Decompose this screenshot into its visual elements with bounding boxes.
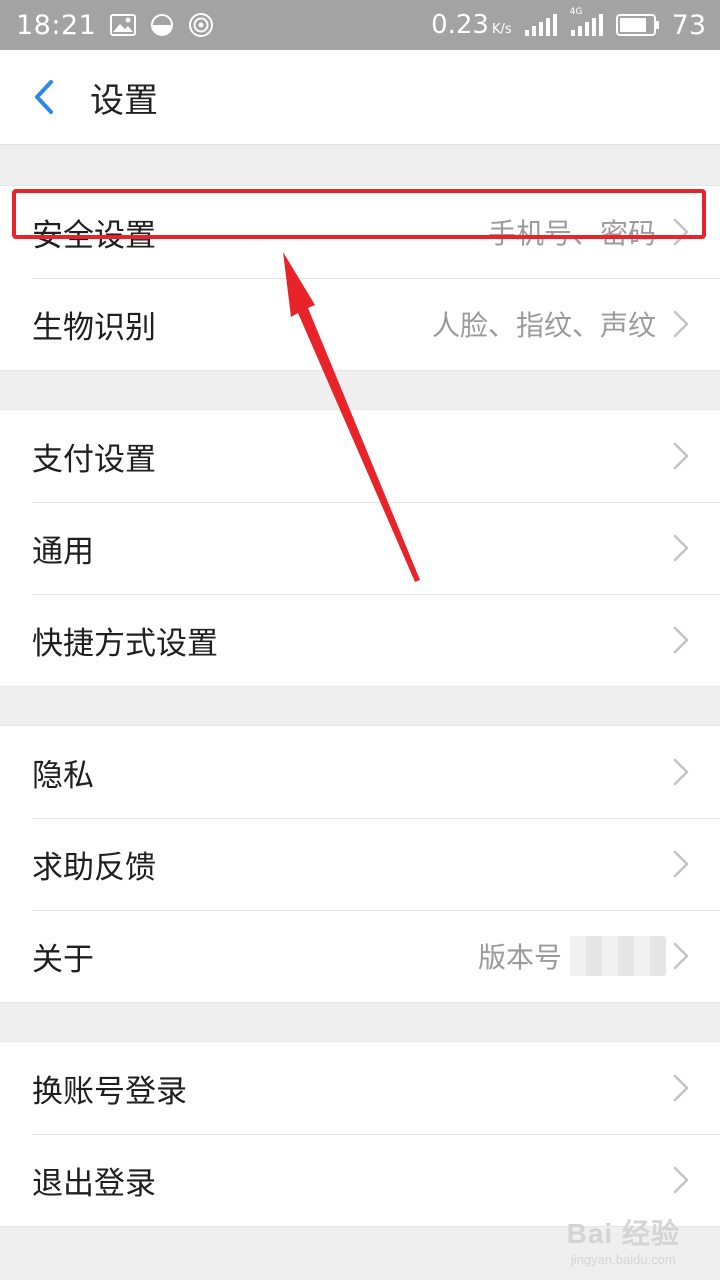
battery-icon	[615, 13, 660, 37]
chevron-right-icon	[670, 941, 692, 971]
signal-4g-icon: 4G	[570, 7, 604, 37]
back-button[interactable]	[4, 50, 84, 145]
chevron-right-icon	[670, 533, 692, 563]
network-speed: 0.23 K/s	[431, 10, 512, 40]
status-time: 18:21	[16, 9, 97, 41]
half-circle-icon	[150, 13, 174, 37]
image-notification-icon	[110, 14, 137, 36]
chevron-right-icon	[670, 625, 692, 655]
settings-row-privacy[interactable]: 隐私	[0, 726, 720, 818]
speed-value: 0.23	[431, 10, 489, 40]
row-value: 人脸、指纹、声纹	[431, 309, 656, 342]
row-label: 通用	[32, 533, 94, 570]
chevron-left-icon	[32, 79, 56, 115]
watermark-main: Bai 经验	[566, 1218, 680, 1249]
battery-level: 73	[671, 9, 706, 41]
settings-group-general: 支付设置 通用 快捷方式设置	[0, 409, 720, 687]
chevron-right-icon	[670, 309, 692, 339]
row-label: 快捷方式设置	[32, 625, 218, 662]
row-label: 求助反馈	[32, 849, 156, 886]
settings-row-security[interactable]: 安全设置 手机号、密码	[0, 186, 720, 278]
settings-group-account: 安全设置 手机号、密码 生物识别 人脸、指纹、声纹	[0, 185, 720, 371]
chevron-right-icon	[670, 849, 692, 879]
hotspot-icon	[188, 12, 214, 38]
settings-group-session: 换账号登录 退出登录	[0, 1041, 720, 1227]
settings-row-shortcuts[interactable]: 快捷方式设置	[0, 594, 720, 686]
baidu-watermark: Bai 经验 jingyan.baidu.com	[567, 1212, 680, 1267]
settings-group-support: 隐私 求助反馈 关于 版本号	[0, 725, 720, 1003]
row-label: 退出登录	[32, 1165, 156, 1202]
settings-row-biometrics[interactable]: 生物识别 人脸、指纹、声纹	[0, 278, 720, 370]
row-label: 关于	[32, 941, 94, 978]
row-label: 支付设置	[32, 441, 156, 478]
status-bar: 18:21 0.23 K/s 4G 73	[0, 0, 720, 50]
signal-icon	[524, 13, 558, 37]
row-label: 换账号登录	[32, 1073, 187, 1110]
chevron-right-icon	[670, 217, 692, 247]
version-blurred	[570, 936, 666, 976]
page-title: 设置	[90, 80, 158, 121]
settings-row-general[interactable]: 通用	[0, 502, 720, 594]
speed-unit: K/s	[491, 22, 512, 37]
chevron-right-icon	[670, 757, 692, 787]
header: 设置	[0, 50, 720, 145]
settings-row-switch-account[interactable]: 换账号登录	[0, 1042, 720, 1134]
row-label: 隐私	[32, 757, 94, 794]
network-type: 4G	[569, 7, 583, 17]
watermark-sub: jingyan.baidu.com	[570, 1252, 676, 1267]
row-label: 安全设置	[32, 217, 156, 254]
row-value: 手机号、密码	[487, 217, 656, 250]
row-value: 版本号	[477, 941, 562, 974]
row-label: 生物识别	[32, 309, 156, 346]
chevron-right-icon	[670, 1165, 692, 1195]
chevron-right-icon	[670, 441, 692, 471]
settings-row-payment[interactable]: 支付设置	[0, 410, 720, 502]
settings-row-help-feedback[interactable]: 求助反馈	[0, 818, 720, 910]
chevron-right-icon	[670, 1073, 692, 1103]
settings-row-about[interactable]: 关于 版本号	[0, 910, 720, 1002]
